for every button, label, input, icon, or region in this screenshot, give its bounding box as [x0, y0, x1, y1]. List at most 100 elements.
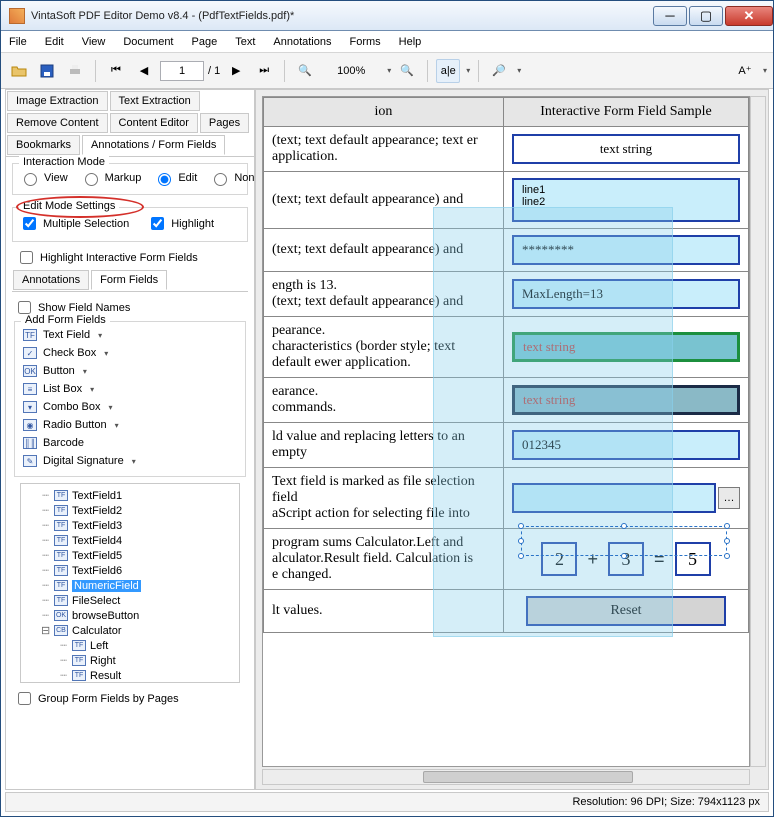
numeric-field[interactable]: 012345	[512, 430, 740, 460]
checkbox-group-by-pages[interactable]	[18, 692, 31, 705]
menu-annotations[interactable]: Annotations	[273, 36, 331, 48]
tree-item-numericfield[interactable]: ┈TFNumericField	[25, 578, 235, 593]
tool-icon[interactable]: A⁺	[733, 59, 757, 83]
tree-item-textfield1[interactable]: ┈TFTextField1	[25, 488, 235, 503]
row-desc: program sums Calculator.Left andalculato…	[264, 529, 504, 590]
tree-item-right[interactable]: ┈TFRight	[25, 653, 235, 668]
checkbox-highlight-interactive[interactable]	[20, 251, 33, 264]
row-desc: Text field is marked as file selection f…	[264, 468, 504, 529]
tab-content-editor[interactable]: Content Editor	[110, 113, 198, 133]
tab-form-fields-sub[interactable]: Form Fields	[91, 270, 167, 290]
menu-view[interactable]: View	[82, 36, 106, 48]
add-check-box[interactable]: ✓Check Box▾	[21, 344, 239, 362]
text-field[interactable]: MaxLength=13	[512, 279, 740, 309]
open-icon[interactable]	[7, 59, 31, 83]
menu-document[interactable]: Document	[123, 36, 173, 48]
styled-text-field[interactable]: text string	[512, 385, 740, 415]
tree-item-textfield4[interactable]: ┈TFTextField4	[25, 533, 235, 548]
nav-first-icon[interactable]: ⏮	[104, 59, 128, 83]
add-button[interactable]: OKButton▾	[21, 362, 239, 380]
selection-handles[interactable]	[521, 526, 727, 556]
radio-edit[interactable]	[158, 173, 171, 186]
horizontal-scrollbar[interactable]	[262, 769, 750, 785]
row-field: Reset	[504, 590, 749, 633]
add-barcode[interactable]: ║║Barcode	[21, 434, 239, 452]
nav-prev-icon[interactable]: ◀	[132, 59, 156, 83]
row-desc: earance.commands.	[264, 378, 504, 423]
add-radio-button[interactable]: ◉Radio Button▾	[21, 416, 239, 434]
row-desc: ength is 13.(text; text default appearan…	[264, 272, 504, 317]
row-field: ********	[504, 229, 749, 272]
table-header-sample: Interactive Form Field Sample	[504, 98, 749, 127]
tab-image-extraction[interactable]: Image Extraction	[7, 91, 108, 111]
text-field[interactable]: text string	[512, 134, 740, 164]
tab-annotations-form-fields[interactable]: Annotations / Form Fields	[82, 135, 225, 155]
tree-item-calculator[interactable]: ⊟CBCalculator	[25, 623, 235, 638]
radio-view[interactable]	[24, 173, 37, 186]
document-viewport[interactable]: ion Interactive Form Field Sample (text;…	[255, 89, 769, 790]
text-select-icon[interactable]: a|e	[436, 59, 460, 83]
tab-bookmarks[interactable]: Bookmarks	[7, 135, 80, 155]
nav-last-icon[interactable]: ⏭	[252, 59, 276, 83]
add-digital-signature[interactable]: ✎Digital Signature▾	[21, 452, 239, 470]
close-button[interactable]: ✕	[725, 6, 773, 26]
print-icon[interactable]	[63, 59, 87, 83]
tab-pages[interactable]: Pages	[200, 113, 249, 133]
menu-help[interactable]: Help	[399, 36, 422, 48]
window-title: VintaSoft PDF Editor Demo v8.4 - (PdfTex…	[31, 10, 651, 22]
tab-annotations-sub[interactable]: Annotations	[13, 270, 89, 290]
save-icon[interactable]	[35, 59, 59, 83]
page-number-input[interactable]	[160, 61, 204, 81]
row-field: text string	[504, 127, 749, 172]
text-field[interactable]: ********	[512, 235, 740, 265]
menu-file[interactable]: File	[9, 36, 27, 48]
pdf-page: ion Interactive Form Field Sample (text;…	[262, 96, 750, 767]
add-combo-box[interactable]: ▾Combo Box▾	[21, 398, 239, 416]
zoom-level[interactable]: 100%	[321, 65, 381, 77]
radio-none[interactable]	[214, 173, 227, 186]
browse-button[interactable]: …	[718, 487, 740, 509]
nav-next-icon[interactable]: ▶	[224, 59, 248, 83]
page-total: / 1	[208, 65, 220, 77]
row-field: MaxLength=13	[504, 272, 749, 317]
zoom-out-icon[interactable]: 🔍	[293, 59, 317, 83]
checkbox-multiple-selection[interactable]	[23, 217, 36, 230]
menu-forms[interactable]: Forms	[350, 36, 381, 48]
tree-item-result[interactable]: ┈TFResult	[25, 668, 235, 683]
row-desc: (text; text default appearance; text er …	[264, 127, 504, 172]
tab-text-extraction[interactable]: Text Extraction	[110, 91, 200, 111]
file-select-field[interactable]	[512, 483, 716, 513]
multiline-text-field[interactable]: line1line2	[512, 178, 740, 222]
reset-button[interactable]: Reset	[526, 596, 726, 626]
menu-text[interactable]: Text	[235, 36, 255, 48]
maximize-button[interactable]: ▢	[689, 6, 723, 26]
add-list-box[interactable]: ≡List Box▾	[21, 380, 239, 398]
field-tree[interactable]: ┈TFTextField1┈TFTextField2┈TFTextField3┈…	[20, 483, 240, 683]
checkbox-show-field-names[interactable]	[18, 301, 31, 314]
tree-item-fileselect[interactable]: ┈TFFileSelect	[25, 593, 235, 608]
minimize-button[interactable]: ─	[653, 6, 687, 26]
radio-markup[interactable]	[85, 173, 98, 186]
tree-item-textfield5[interactable]: ┈TFTextField5	[25, 548, 235, 563]
tree-item-left[interactable]: ┈TFLeft	[25, 638, 235, 653]
row-field: 012345	[504, 423, 749, 468]
tree-item-browsebutton[interactable]: ┈OKbrowseButton	[25, 608, 235, 623]
titlebar: VintaSoft PDF Editor Demo v8.4 - (PdfTex…	[1, 1, 773, 31]
add-form-fields-group: Add Form Fields TFText Field▾ ✓Check Box…	[14, 321, 246, 477]
tab-remove-content[interactable]: Remove Content	[7, 113, 108, 133]
add-text-field[interactable]: TFText Field▾	[21, 326, 239, 344]
tree-item-textfield3[interactable]: ┈TFTextField3	[25, 518, 235, 533]
status-bar: Resolution: 96 DPI; Size: 794x1123 px	[5, 792, 769, 812]
left-panel: Image Extraction Text Extraction Remove …	[5, 89, 255, 790]
checkbox-highlight[interactable]	[151, 217, 164, 230]
menu-edit[interactable]: Edit	[45, 36, 64, 48]
menu-page[interactable]: Page	[192, 36, 218, 48]
styled-text-field[interactable]: text string	[512, 332, 740, 362]
find-icon[interactable]: 🔎	[487, 59, 511, 83]
row-desc: (text; text default appearance) and	[264, 172, 504, 229]
row-field: text string	[504, 317, 749, 378]
zoom-in-icon[interactable]: 🔍	[395, 59, 419, 83]
tree-item-textfield6[interactable]: ┈TFTextField6	[25, 563, 235, 578]
vertical-scrollbar[interactable]	[750, 96, 766, 767]
tree-item-textfield2[interactable]: ┈TFTextField2	[25, 503, 235, 518]
